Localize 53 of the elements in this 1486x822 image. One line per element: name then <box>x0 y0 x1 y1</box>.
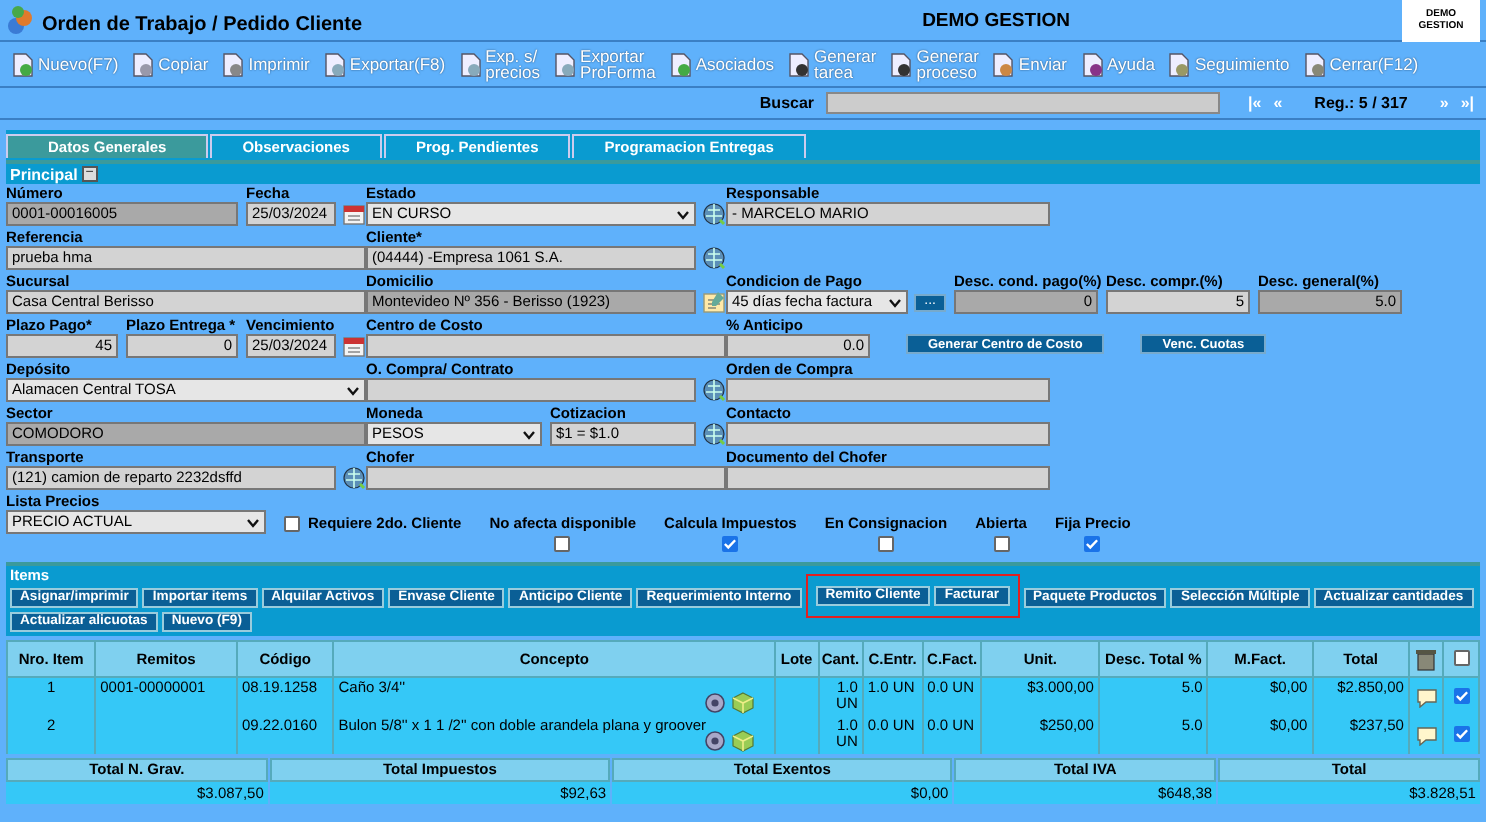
document-icon <box>552 51 577 77</box>
checkbox[interactable] <box>993 536 1010 552</box>
checkbox[interactable] <box>877 536 894 552</box>
trash-can-icon[interactable] <box>1416 647 1437 671</box>
checkbox[interactable] <box>722 536 739 552</box>
document-icon <box>786 51 811 77</box>
checkbox[interactable] <box>1453 726 1470 742</box>
search-field[interactable] <box>826 92 1221 114</box>
checkbox[interactable] <box>1453 649 1470 665</box>
cube-icon[interactable] <box>732 730 754 752</box>
globe-icon[interactable] <box>702 202 726 226</box>
chevron-icon <box>676 209 690 219</box>
checkbox[interactable] <box>284 515 300 531</box>
speech-bubble-icon[interactable] <box>1415 687 1438 707</box>
input-field[interactable] <box>366 378 696 402</box>
document-icon <box>457 51 482 77</box>
logo-icon <box>6 4 34 36</box>
globe-icon[interactable] <box>702 246 726 270</box>
document-icon <box>220 51 245 77</box>
chevron-icon <box>888 297 903 307</box>
calendar-icon[interactable] <box>342 334 366 358</box>
window-title: Orden de Trabajo / Pedido Cliente <box>42 13 363 35</box>
search-label: Buscar <box>759 94 815 112</box>
input-field[interactable] <box>726 378 1050 402</box>
checkbox[interactable] <box>1084 536 1101 552</box>
section-title: Principal <box>10 165 78 183</box>
input-field[interactable] <box>726 422 1050 446</box>
document-icon <box>667 51 692 77</box>
note-icon[interactable] <box>702 290 726 314</box>
globe-icon[interactable] <box>702 422 726 446</box>
chevron-icon <box>522 429 536 439</box>
globe-icon[interactable] <box>702 378 726 402</box>
input-field[interactable] <box>726 466 1050 490</box>
document-icon <box>130 51 155 77</box>
chevron-icon <box>246 517 260 527</box>
chevron-icon <box>346 385 360 395</box>
record-counter: Reg.: 5 / 317 <box>1314 94 1408 112</box>
document-icon <box>1166 51 1191 77</box>
input-field[interactable] <box>366 466 726 490</box>
checkbox[interactable] <box>554 536 571 552</box>
calendar-icon[interactable] <box>342 202 366 226</box>
document-icon <box>10 51 34 77</box>
checkbox[interactable] <box>1453 688 1470 704</box>
input-field[interactable] <box>366 334 726 358</box>
company-name: DEMO GESTION <box>920 9 1072 31</box>
document-icon <box>1301 51 1326 77</box>
speech-bubble-icon[interactable] <box>1415 725 1438 745</box>
document-icon <box>888 51 913 77</box>
globe-icon[interactable] <box>342 466 366 490</box>
document-icon <box>321 51 346 77</box>
cube-icon[interactable] <box>732 692 754 714</box>
document-icon <box>1079 51 1104 77</box>
document-icon <box>990 51 1015 77</box>
